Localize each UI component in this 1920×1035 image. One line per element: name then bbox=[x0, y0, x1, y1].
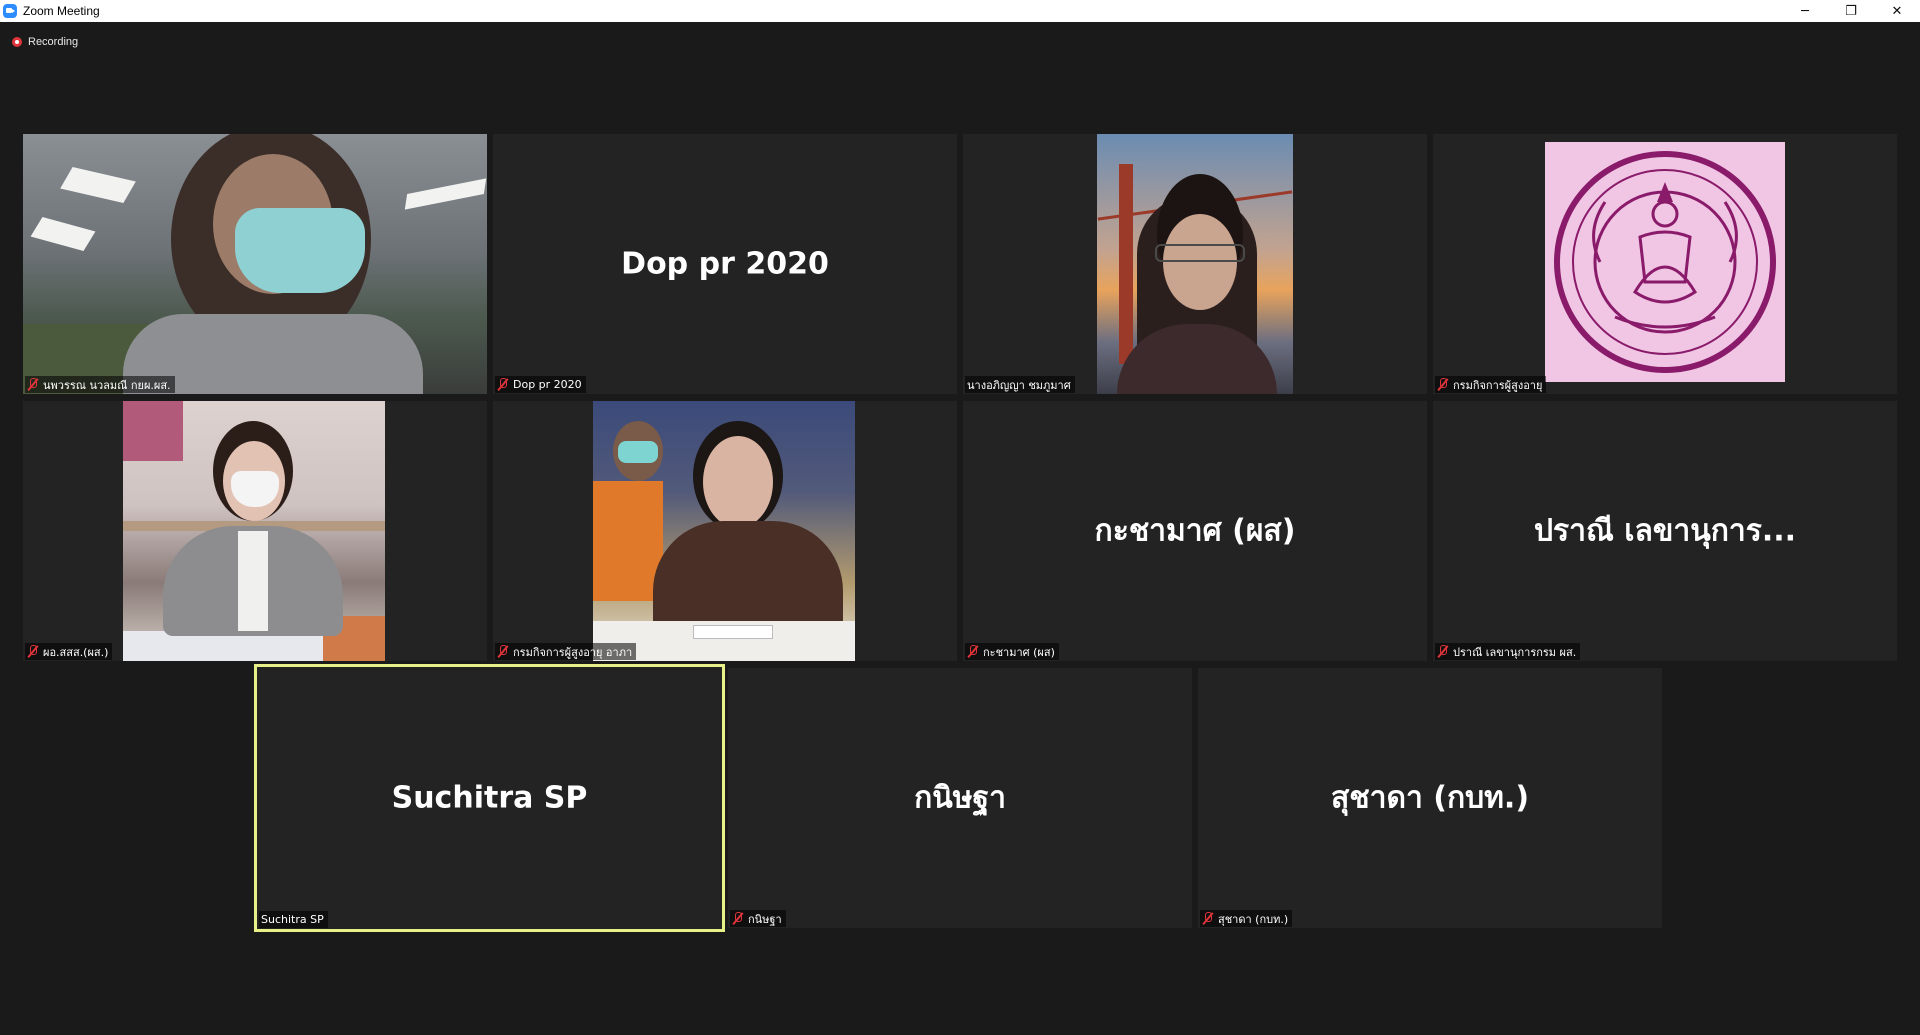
minimize-button[interactable]: ─ bbox=[1782, 0, 1828, 22]
participant-name: ผอ.สสส.(ผส.) bbox=[43, 645, 109, 659]
muted-microphone-icon bbox=[1202, 912, 1214, 925]
participant-name: นพวรรณ นวลมณี กยผ.ผส. bbox=[43, 378, 171, 392]
participant-name-tag: ปราณี เลขานุการกรม ผส. bbox=[1435, 643, 1581, 660]
muted-microphone-icon bbox=[967, 645, 979, 658]
participant-name-tag: Dop pr 2020 bbox=[495, 376, 586, 393]
participant-name-tag: กรมกิจการผู้สูงอายุ bbox=[1435, 376, 1547, 393]
muted-microphone-icon bbox=[1437, 378, 1449, 391]
participant-video bbox=[123, 401, 385, 661]
participant-name: กรมกิจการผู้สูงอายุ อาภา bbox=[513, 645, 633, 659]
participant-display-name: กะชามาศ (ผส) bbox=[1094, 513, 1296, 549]
video-tile[interactable]: กนิษฐา กนิษฐา bbox=[728, 668, 1192, 928]
participant-name-tag: สุชาดา (กบท.) bbox=[1200, 910, 1293, 927]
video-tile[interactable]: สุชาดา (กบท.) สุชาดา (กบท.) bbox=[1198, 668, 1662, 928]
muted-microphone-icon bbox=[732, 912, 744, 925]
participant-name-tag: กรมกิจการผู้สูงอายุ อาภา bbox=[495, 643, 637, 660]
muted-microphone-icon bbox=[497, 645, 509, 658]
participant-video bbox=[593, 401, 855, 661]
participant-display-name: กนิษฐา bbox=[914, 780, 1006, 816]
participant-name: นางอภิญญา ชมภูมาศ bbox=[967, 378, 1071, 392]
participant-display-name: Suchitra SP bbox=[391, 780, 588, 816]
seal-emblem-icon bbox=[1554, 151, 1776, 373]
muted-microphone-icon bbox=[497, 378, 509, 391]
video-tile[interactable]: นพวรรณ นวลมณี กยผ.ผส. bbox=[23, 134, 487, 394]
participant-name-tag: ผอ.สสส.(ผส.) bbox=[25, 643, 113, 660]
muted-microphone-icon bbox=[27, 645, 39, 658]
participant-display-name: Dop pr 2020 bbox=[621, 246, 829, 282]
muted-microphone-icon bbox=[27, 378, 39, 391]
video-tile[interactable]: กรมกิจการผู้สูงอายุ อาภา bbox=[493, 401, 957, 661]
video-tile[interactable]: ผอ.สสส.(ผส.) bbox=[23, 401, 487, 661]
window-title: Zoom Meeting bbox=[23, 4, 100, 18]
recording-label: Recording bbox=[28, 36, 79, 48]
participant-name-tag: นพวรรณ นวลมณี กยผ.ผส. bbox=[25, 376, 175, 393]
participant-name: กนิษฐา bbox=[748, 912, 782, 926]
participant-name-tag: นางอภิญญา ชมภูมาศ bbox=[965, 376, 1075, 393]
participant-name: Suchitra SP bbox=[261, 913, 324, 926]
participant-name: สุชาดา (กบท.) bbox=[1218, 912, 1289, 926]
participant-display-name: ปราณี เลขานุการ... bbox=[1533, 513, 1797, 549]
participant-name-tag: กะชามาศ (ผส) bbox=[965, 643, 1059, 660]
restore-button[interactable]: ❐ bbox=[1828, 0, 1874, 22]
zoom-logo-icon bbox=[3, 4, 17, 18]
video-tile[interactable]: นางอภิญญา ชมภูมาศ bbox=[963, 134, 1427, 394]
muted-microphone-icon bbox=[1437, 645, 1449, 658]
video-tile[interactable]: กะชามาศ (ผส) กะชามาศ (ผส) bbox=[963, 401, 1427, 661]
participant-name: Dop pr 2020 bbox=[513, 378, 582, 391]
participant-video bbox=[23, 134, 487, 394]
participant-display-name: สุชาดา (กบท.) bbox=[1330, 780, 1530, 816]
video-tile[interactable]: กรมกิจการผู้สูงอายุ bbox=[1433, 134, 1897, 394]
recording-dot-icon bbox=[12, 37, 22, 47]
title-bar: Zoom Meeting ─ ❐ ✕ bbox=[0, 0, 1920, 22]
participant-name: ปราณี เลขานุการกรม ผส. bbox=[1453, 645, 1577, 659]
participant-name: กรมกิจการผู้สูงอายุ bbox=[1453, 378, 1543, 392]
video-tile[interactable]: Dop pr 2020 Dop pr 2020 bbox=[493, 134, 957, 394]
video-tile[interactable]: ปราณี เลขานุการ... ปราณี เลขานุการกรม ผส… bbox=[1433, 401, 1897, 661]
participant-video bbox=[1097, 134, 1293, 394]
close-button[interactable]: ✕ bbox=[1874, 0, 1920, 22]
department-seal-image bbox=[1545, 142, 1785, 382]
recording-indicator[interactable]: Recording bbox=[12, 36, 78, 48]
participant-name: กะชามาศ (ผส) bbox=[983, 645, 1055, 659]
window-controls: ─ ❐ ✕ bbox=[1782, 0, 1920, 22]
active-speaker-tile[interactable]: Suchitra SP Suchitra SP bbox=[254, 664, 725, 932]
participant-name-tag: Suchitra SP bbox=[259, 911, 328, 928]
participant-name-tag: กนิษฐา bbox=[730, 910, 786, 927]
